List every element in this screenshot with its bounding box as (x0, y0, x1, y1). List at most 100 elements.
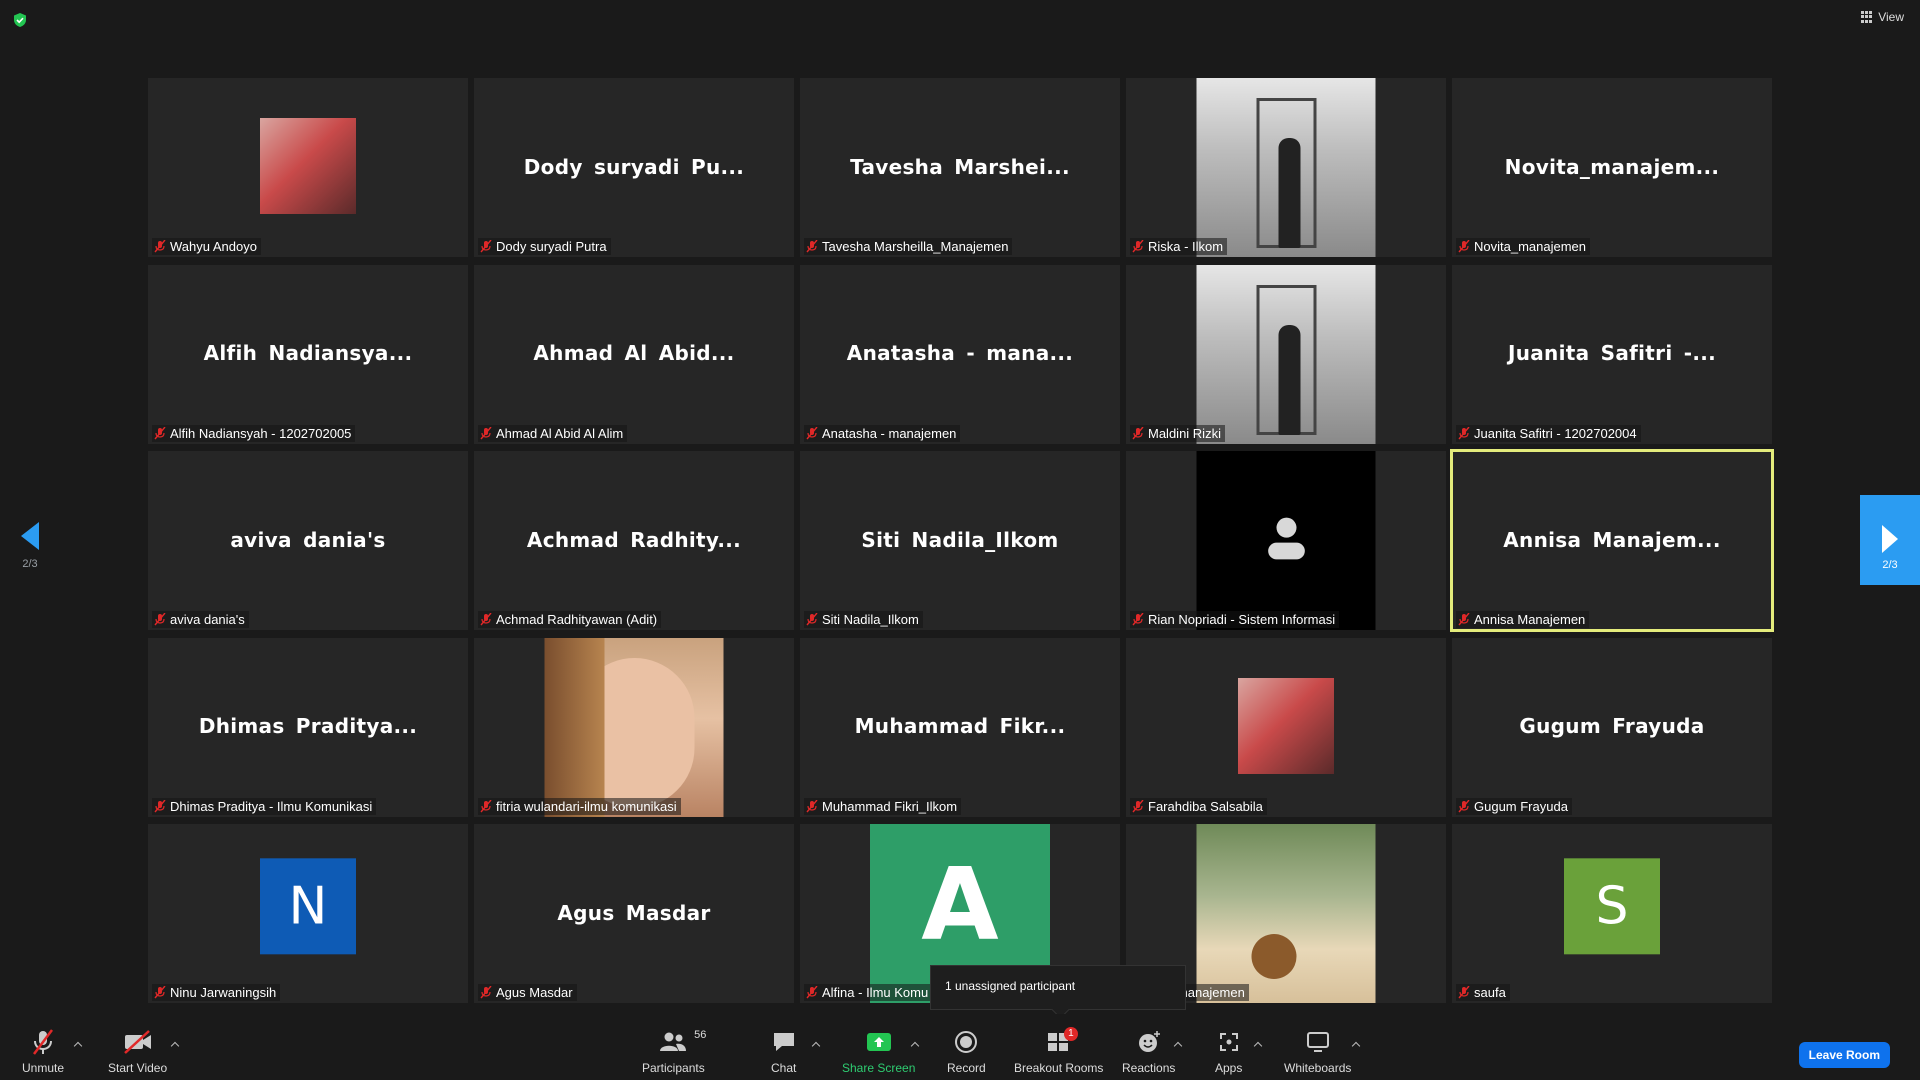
participant-tile[interactable]: Anatasha - mana... Anatasha - manajemen (800, 264, 1120, 444)
participant-display-name: aviva dania's (230, 527, 386, 552)
mic-muted-icon (1458, 799, 1470, 812)
participant-name: saufa (1474, 985, 1506, 1000)
participant-name-label: Rian Nopriadi - Sistem Informasi (1130, 611, 1340, 628)
participant-tile[interactable]: Ssaufa (1452, 824, 1772, 1003)
breakout-badge: 1 (1064, 1027, 1078, 1041)
participant-name-label: Ahmad Al Abid Al Alim (478, 424, 628, 442)
mic-muted-icon (480, 240, 492, 253)
participant-tile[interactable]: Riska - Ilkom (1126, 78, 1446, 257)
start-video-button[interactable]: Start Video (108, 1025, 167, 1075)
apps-icon (1219, 1033, 1238, 1051)
participant-tile[interactable]: Agus Masdar Agus Masdar (474, 824, 794, 1003)
mic-muted-icon (154, 240, 166, 253)
unmute-label: Unmute (22, 1061, 65, 1075)
page-indicator: 2/3 (1882, 559, 1898, 571)
chat-button[interactable]: Chat (771, 1025, 796, 1075)
participant-display-name: Anatasha - mana... (846, 340, 1074, 365)
participant-display-name: Dhimas Praditya... (198, 713, 418, 738)
participant-name-label: Ninu Jarwaningsih (152, 984, 281, 1001)
participant-video (1196, 824, 1376, 1003)
participant-display-name: Muhammad Fikr... (854, 713, 1066, 738)
participant-name-label: Anatasha - manajemen (804, 424, 961, 442)
participant-display-name: Dody suryadi Pu... (523, 154, 745, 179)
participant-tile[interactable]: aviva dania's aviva dania's (148, 451, 468, 630)
mic-muted-icon (1132, 426, 1144, 439)
participant-name-label: Alfina - Ilmu Komu (804, 984, 933, 1001)
video-options-caret[interactable] (170, 1040, 180, 1050)
profile-photo (260, 118, 356, 214)
participant-video (1196, 78, 1376, 257)
chat-options-caret[interactable] (811, 1040, 821, 1050)
participant-display-name: Annisa Manajem... (1503, 527, 1721, 552)
previous-page-button[interactable]: 2/3 (18, 522, 42, 570)
whiteboards-options-caret[interactable] (1351, 1040, 1361, 1050)
reactions-button[interactable]: Reactions (1122, 1025, 1175, 1075)
breakout-rooms-button[interactable]: 1 Breakout Rooms (1014, 1025, 1103, 1075)
participant-name: fitria wulandari-ilmu komunikasi (496, 798, 677, 814)
participant-video (544, 637, 724, 817)
participant-name-label: Annisa Manajemen (1456, 611, 1590, 628)
participant-tile[interactable]: Muhammad Fikr... Muhammad Fikri_Ilkom (800, 637, 1120, 817)
apps-label: Apps (1215, 1061, 1243, 1075)
share-options-caret[interactable] (910, 1040, 920, 1050)
share-screen-label: Share Screen (842, 1061, 916, 1075)
view-button[interactable]: View (1861, 10, 1904, 24)
participants-button[interactable]: 56 Participants (642, 1025, 706, 1075)
participant-tile[interactable]: Farahdiba Salsabila (1126, 637, 1446, 817)
reactions-smiley-icon (1138, 1031, 1160, 1052)
participant-name: Tavesha Marsheilla_Manajemen (822, 239, 1009, 254)
mic-muted-icon (806, 240, 818, 253)
participant-tile[interactable]: Juanita Safitri -... Juanita Safitri - 12… (1452, 264, 1772, 444)
camera-off-placeholder (1196, 451, 1376, 630)
mic-muted-icon (480, 799, 492, 812)
participant-name-label: Juanita Safitri - 1202702004 (1456, 424, 1641, 442)
participant-tile[interactable]: Tavesha Marshei... Tavesha Marsheilla_Man… (800, 78, 1120, 257)
whiteboards-button[interactable]: Whiteboards (1284, 1025, 1351, 1075)
participant-tile[interactable]: Gugum Frayuda Gugum Frayuda (1452, 637, 1772, 817)
participant-display-name: Alfih Nadiansya... (203, 340, 413, 365)
participant-tile[interactable]: fitria wulandari-ilmu komunikasi (474, 637, 794, 817)
apps-button[interactable]: Apps (1215, 1025, 1242, 1075)
user-silhouette-icon (1267, 517, 1305, 559)
participant-tile[interactable]: N Ninu Jarwaningsih (148, 824, 468, 1003)
participant-tile[interactable]: Dody suryadi Pu... Dody suryadi Putra (474, 78, 794, 257)
reactions-options-caret[interactable] (1173, 1040, 1183, 1050)
mic-muted-icon (154, 799, 166, 812)
participant-tile[interactable]: Novita_manajem... Novita_manajemen (1452, 78, 1772, 257)
participant-tile[interactable]: Siti Nadila_Ilkom Siti Nadila_Ilkom (800, 451, 1120, 630)
participant-tile[interactable]: Wahyu Andoyo (148, 78, 468, 257)
participant-tile[interactable]: Rian Nopriadi - Sistem Informasi (1126, 451, 1446, 630)
record-button[interactable]: Record (947, 1025, 986, 1075)
unmute-button[interactable]: Unmute (22, 1025, 64, 1075)
meeting-toolbar: Unmute Start Video 56 Participants Chat … (0, 1014, 1920, 1080)
whiteboard-icon (1306, 1032, 1329, 1052)
apps-options-caret[interactable] (1253, 1040, 1263, 1050)
participant-tile[interactable]: Alfih Nadiansya... Alfih Nadiansyah - 120… (148, 264, 468, 444)
audio-options-caret[interactable] (73, 1040, 83, 1050)
participant-name: Dody suryadi Putra (496, 239, 607, 254)
view-label: View (1878, 10, 1904, 24)
leave-room-button[interactable]: Leave Room (1798, 1042, 1890, 1068)
start-video-label: Start Video (108, 1061, 168, 1075)
next-page-button[interactable]: 2/3 (1860, 495, 1920, 585)
participant-name: Gugum Frayuda (1474, 798, 1568, 814)
participant-name: Alfina - Ilmu Komu (822, 985, 929, 1000)
arrow-right-icon (1882, 525, 1898, 553)
mic-muted-icon (480, 426, 492, 439)
record-label: Record (947, 1061, 986, 1075)
mic-muted-icon (806, 986, 818, 999)
participant-tile[interactable]: Annisa Manajem... Annisa Manajemen (1450, 449, 1774, 632)
mic-muted-icon (806, 613, 818, 626)
participant-name-label: saufa (1456, 984, 1510, 1001)
mic-muted-icon (806, 799, 818, 812)
share-screen-button[interactable]: Share Screen (842, 1025, 915, 1075)
chat-bubble-icon (773, 1033, 794, 1051)
participant-tile[interactable]: Ahmad Al Abid... Ahmad Al Abid Al Alim (474, 264, 794, 444)
security-shield-icon[interactable] (12, 12, 28, 28)
participant-tile[interactable]: Achmad Radhity... Achmad Radhityawan (Adi… (474, 451, 794, 630)
participant-name-label: Alfih Nadiansyah - 1202702005 (152, 424, 356, 442)
mic-muted-icon (480, 986, 492, 999)
mic-muted-icon (154, 613, 166, 626)
participant-tile[interactable]: Maldini Rizki (1126, 264, 1446, 444)
participant-tile[interactable]: Dhimas Praditya... Dhimas Praditya - Ilmu… (148, 637, 468, 817)
